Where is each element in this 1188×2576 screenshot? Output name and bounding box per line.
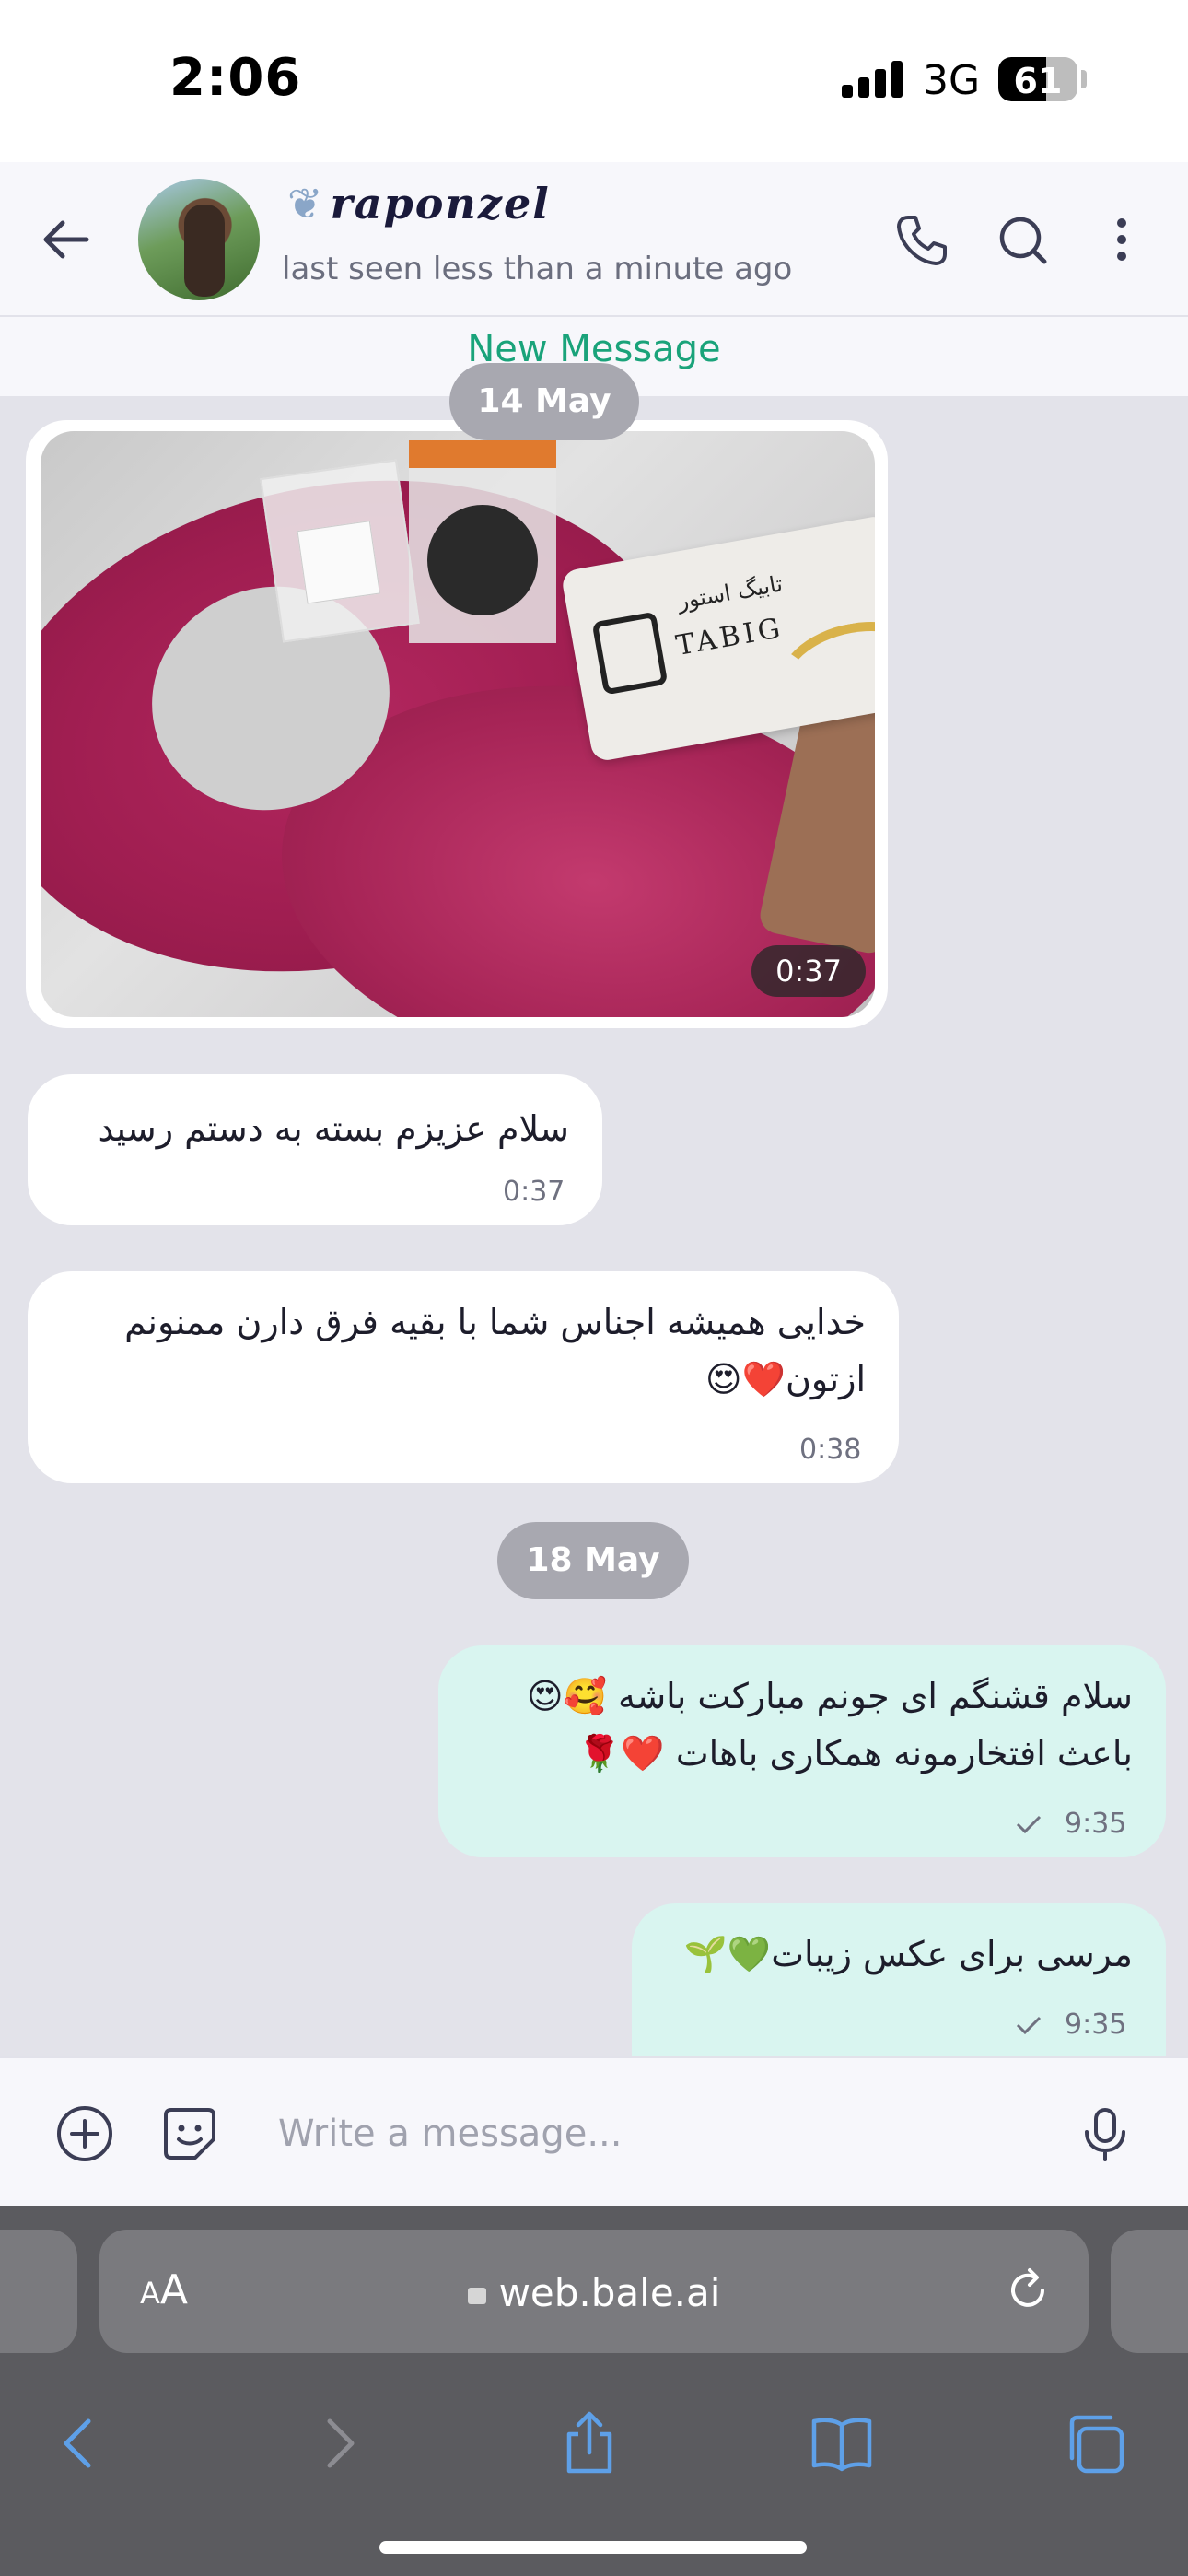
reload-icon[interactable] [1002,2265,1054,2316]
message-time: 0:37 [503,1176,565,1208]
message-input[interactable] [278,2095,1015,2172]
previous-tab[interactable] [0,2230,77,2353]
video-duration: 0:37 [751,945,866,997]
message-text: سلام قشنگم ای جونم مبارکت باشه 🥰😍 [526,1676,1133,1716]
avatar[interactable] [138,179,260,300]
message-bubble-outgoing[interactable]: سلام قشنگم ای جونم مبارکت باشه 🥰😍 باعث ا… [438,1645,1166,1857]
message-text: ازتون❤️😍 [705,1359,866,1399]
brand-logo-icon [591,611,669,696]
search-icon[interactable] [993,210,1052,269]
next-tab[interactable] [1111,2230,1188,2353]
message-bubble-incoming[interactable]: سلام عزیزم بسته به دستم رسید 0:37 [28,1074,602,1225]
battery-icon: 61 [998,57,1077,101]
contact-name-text: raponzel [330,179,551,228]
message-text: باعث افتخارمونه همکاری باهات ❤️🌹 [577,1733,1133,1774]
brand-name-fa: تابیگ استور [675,570,785,615]
message-time: 9:35 [1065,1808,1127,1840]
home-indicator[interactable] [379,2541,807,2554]
url-label: web.bale.ai [498,2270,721,2315]
message-bubble-outgoing[interactable]: مرسی برای عکس زیبات💚🌱 9:35 [632,1903,1166,2056]
signal-icon [842,61,904,98]
status-bar: 2:06 3G 61 [0,0,1188,162]
bookmarks-icon[interactable] [807,2408,877,2478]
sent-check-icon [1016,2016,1042,2035]
share-icon[interactable] [554,2408,624,2478]
status-time: 2:06 [169,48,302,108]
message-composer [0,2056,1188,2206]
more-vertical-icon[interactable] [1092,210,1151,269]
back-icon[interactable] [44,2408,114,2478]
network-type: 3G [923,57,981,104]
date-pill: 18 May [497,1522,689,1599]
lock-icon [467,2288,486,2304]
message-time: 9:35 [1065,2008,1127,2041]
feather-icon: ❦ [287,179,325,228]
chat-header: ❦ raponzel last seen less than a minute a… [0,162,1188,317]
sticker-icon[interactable] [158,2102,221,2165]
message-text: سلام عزیزم بسته به دستم رسید [98,1108,569,1149]
tabs-icon[interactable] [1059,2408,1129,2478]
microphone-icon[interactable] [1074,2102,1136,2165]
message-bubble-incoming[interactable]: خدایی همیشه اجناس شما با بقیه فرق دارن م… [28,1271,899,1483]
phone-icon[interactable] [891,210,950,269]
browser-toolbar: AA web.bale.ai [0,2206,1188,2576]
message-text: خدایی همیشه اجناس شما با بقیه فرق دارن م… [124,1302,866,1342]
video-thumbnail[interactable]: تابیگ استور TABIG [41,431,875,1017]
add-circle-icon[interactable] [53,2102,116,2165]
contact-name[interactable]: ❦ raponzel [287,179,551,228]
battery-percent: 61 [1013,61,1063,101]
last-seen-status: last seen less than a minute ago [282,251,793,287]
message-time: 0:38 [799,1434,862,1466]
battery-tip [1081,70,1087,88]
brand-name: TABIG [673,612,786,662]
back-arrow-icon[interactable] [37,210,96,269]
url-text: web.bale.ai [99,2270,1089,2315]
sent-check-icon [1016,1815,1042,1834]
forward-icon[interactable] [304,2408,374,2478]
date-pill: 14 May [449,363,639,440]
message-text: مرسی برای عکس زیبات💚🌱 [683,1934,1133,1974]
address-bar[interactable]: AA web.bale.ai [99,2230,1089,2353]
